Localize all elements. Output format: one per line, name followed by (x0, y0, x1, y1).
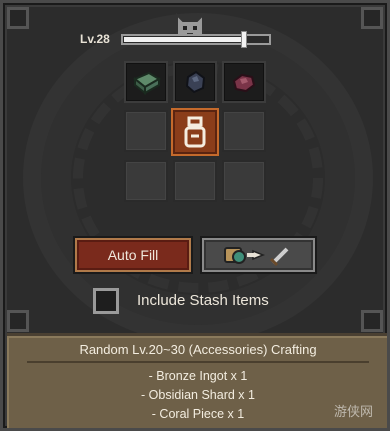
xp-bar (121, 31, 271, 48)
recipe-ingredient: - Obsidian Shard x 1 (141, 388, 255, 402)
craft-arrow-sword-icon (223, 247, 288, 267)
recipe-ingredient: - Bronze Ingot x 1 (148, 369, 248, 383)
recipe-ingredient: - Coral Piece x 1 (151, 407, 245, 421)
divider (27, 361, 369, 363)
corner-ornament (361, 7, 383, 29)
watermark: 游侠网 (333, 405, 373, 420)
material-slot-coral-piece[interactable] (222, 61, 266, 103)
xp-bar-fill (124, 37, 244, 42)
recipe-info-panel: Random Lv.20~30 (Accessories) Crafting -… (7, 333, 387, 428)
obsidian-shard-icon (185, 70, 206, 94)
craft-slot-empty[interactable] (124, 160, 168, 202)
recipe-ingredient-list: - Bronze Ingot x 1 - Obsidian Shard x 1 … (7, 367, 387, 424)
coral-piece-icon (232, 73, 256, 93)
bronze-ingot-icon (133, 71, 161, 95)
corner-ornament (7, 310, 29, 332)
craft-slot-empty[interactable] (173, 160, 217, 202)
material-slot-bronze-ingot[interactable] (124, 61, 168, 103)
include-stash-label: Include Stash Items (137, 292, 269, 309)
corner-ornament (7, 7, 29, 29)
material-slot-obsidian-shard[interactable] (173, 61, 217, 103)
xp-bar-marker (241, 31, 247, 48)
craft-slot-empty[interactable] (222, 160, 266, 202)
craft-slot-empty[interactable] (222, 110, 266, 152)
auto-fill-button[interactable]: Auto Fill (73, 236, 193, 274)
result-slot[interactable] (171, 108, 219, 156)
craft-slot-empty[interactable] (124, 110, 168, 152)
level-label: Lv.28 (80, 32, 110, 46)
accessory-pouch-icon (184, 116, 206, 148)
auto-fill-label: Auto Fill (107, 247, 159, 263)
include-stash-checkbox[interactable] (93, 288, 119, 314)
crafting-panel: Lv.28 Auto Fill Include Stash Items Rand… (0, 0, 390, 431)
craft-button[interactable] (200, 236, 317, 274)
recipe-title: Random Lv.20~30 (Accessories) Crafting (79, 342, 317, 357)
corner-ornament (361, 310, 383, 332)
